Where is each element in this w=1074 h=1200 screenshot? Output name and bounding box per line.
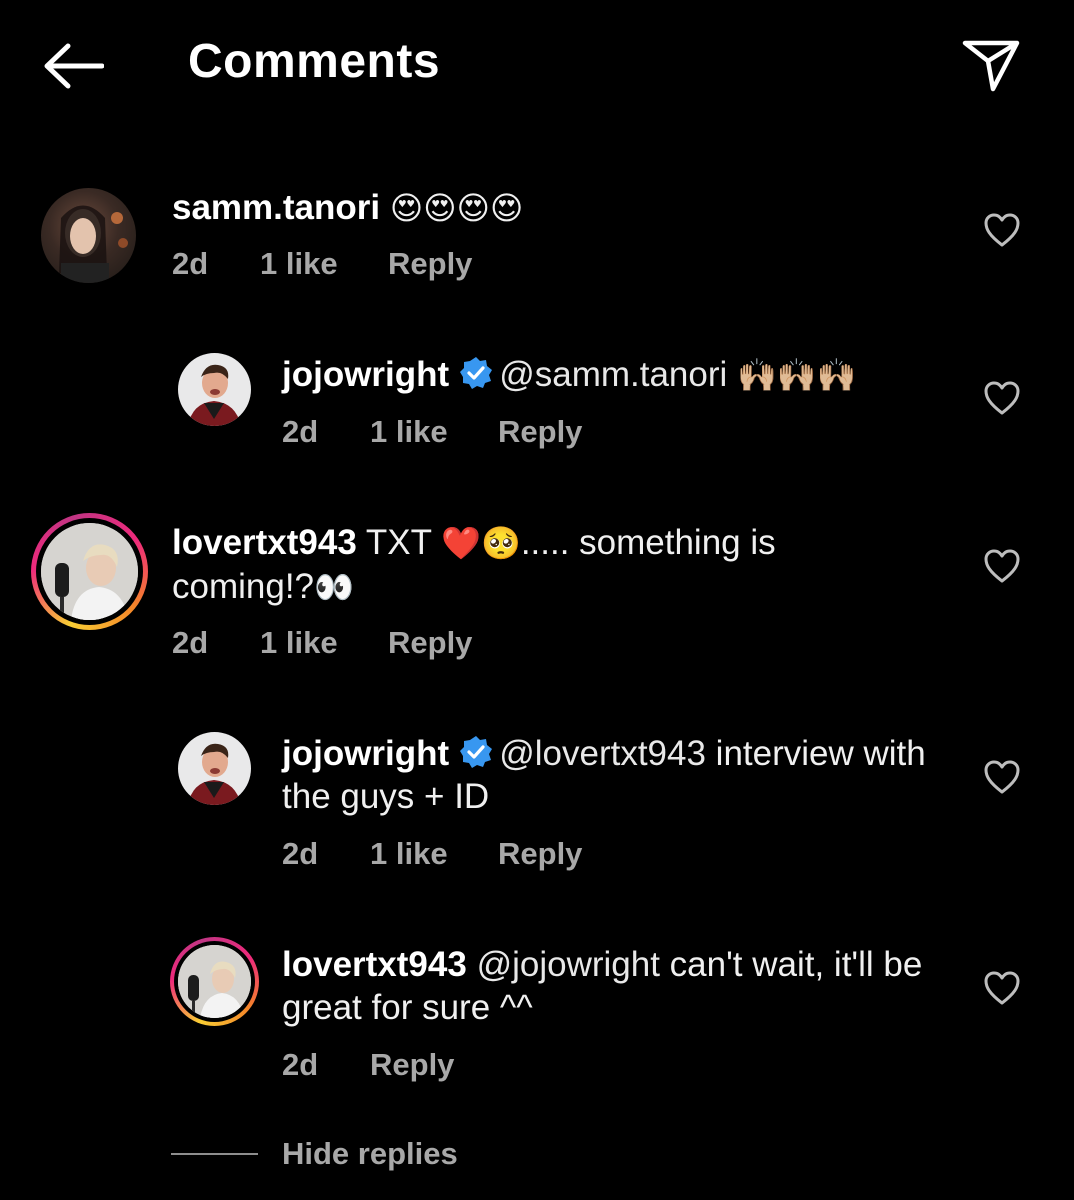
comment-meta: 2d 1 like Reply — [282, 414, 582, 450]
comment-likes[interactable]: 1 like — [370, 836, 498, 872]
comment-username[interactable]: lovertxt943 — [282, 945, 467, 984]
comment-time: 2d — [282, 1047, 319, 1082]
avatar-image — [41, 523, 138, 620]
reply-button[interactable]: Reply — [498, 414, 582, 450]
top-bar: Comments — [0, 0, 1074, 130]
reply-button[interactable]: Reply — [388, 246, 472, 282]
comment-body: TXT — [356, 523, 442, 562]
heart-icon[interactable] — [983, 970, 1021, 1006]
avatar[interactable] — [178, 353, 251, 426]
comment-meta: 2d 1 like Reply — [282, 836, 582, 872]
hide-replies-label: Hide replies — [282, 1136, 458, 1171]
avatar[interactable] — [178, 945, 251, 1018]
avatar-image — [188, 364, 241, 426]
comment-time: 2d — [282, 414, 319, 449]
reply-button[interactable]: Reply — [498, 836, 582, 872]
comment-meta: 2d Reply — [282, 1047, 454, 1083]
page-title: Comments — [188, 35, 441, 88]
comment-mention[interactable]: @jojowright — [477, 945, 660, 984]
share-button[interactable] — [955, 30, 1027, 100]
heart-icon[interactable] — [983, 759, 1021, 795]
avatar-image — [188, 743, 241, 805]
comment-meta: 2d 1 like Reply — [172, 246, 472, 282]
arrow-left-icon — [44, 43, 104, 89]
comment-username[interactable]: jojowright — [282, 734, 449, 773]
comment-emoji: 😍😍😍😍 — [389, 189, 524, 227]
comment-username[interactable]: samm.tanori — [172, 188, 380, 227]
heart-icon[interactable] — [983, 548, 1021, 584]
comment-time: 2d — [172, 246, 209, 281]
avatar[interactable] — [41, 188, 136, 283]
avatar-image — [59, 205, 128, 283]
comment-emoji: ❤️🥺 — [441, 524, 521, 562]
reply-button[interactable]: Reply — [370, 1047, 454, 1083]
avatar[interactable] — [178, 732, 251, 805]
comment-likes[interactable]: 1 like — [260, 625, 388, 661]
comment-mention[interactable]: @samm.tanori — [499, 355, 727, 394]
comment-text: jojowright @samm.tanori 🙌🏼🙌🏼🙌🏼 — [282, 353, 962, 397]
comment-text: samm.tanori 😍😍😍😍 — [172, 186, 952, 230]
verified-badge-icon — [460, 357, 493, 389]
paper-plane-icon — [962, 40, 1020, 92]
verified-badge-icon — [460, 736, 493, 768]
divider-line — [171, 1153, 258, 1155]
comment-emoji: 🙌🏼🙌🏼🙌🏼 — [737, 356, 857, 394]
avatar-image — [178, 945, 251, 1018]
reply-button[interactable]: Reply — [388, 625, 472, 661]
comment-time: 2d — [172, 625, 209, 660]
comment-username[interactable]: lovertxt943 — [172, 523, 357, 562]
comment-text: lovertxt943 TXT ❤️🥺..... something is co… — [172, 521, 872, 609]
heart-icon[interactable] — [983, 212, 1021, 248]
comment-meta: 2d 1 like Reply — [172, 625, 472, 661]
comment-likes[interactable]: 1 like — [260, 246, 388, 282]
comment-time: 2d — [282, 836, 319, 871]
comment-text: jojowright @lovertxt943 interview with th… — [282, 732, 932, 818]
comment-likes[interactable]: 1 like — [370, 414, 498, 450]
heart-icon[interactable] — [983, 380, 1021, 416]
avatar[interactable] — [41, 523, 138, 620]
hide-replies-button[interactable]: Hide replies — [171, 1136, 458, 1172]
comment-text: lovertxt943 @jojowright can't wait, it'l… — [282, 943, 962, 1029]
comment-emoji: 👀 — [314, 568, 354, 606]
comment-mention[interactable]: @lovertxt943 — [499, 734, 706, 773]
back-button[interactable] — [38, 36, 108, 96]
comment-username[interactable]: jojowright — [282, 355, 449, 394]
